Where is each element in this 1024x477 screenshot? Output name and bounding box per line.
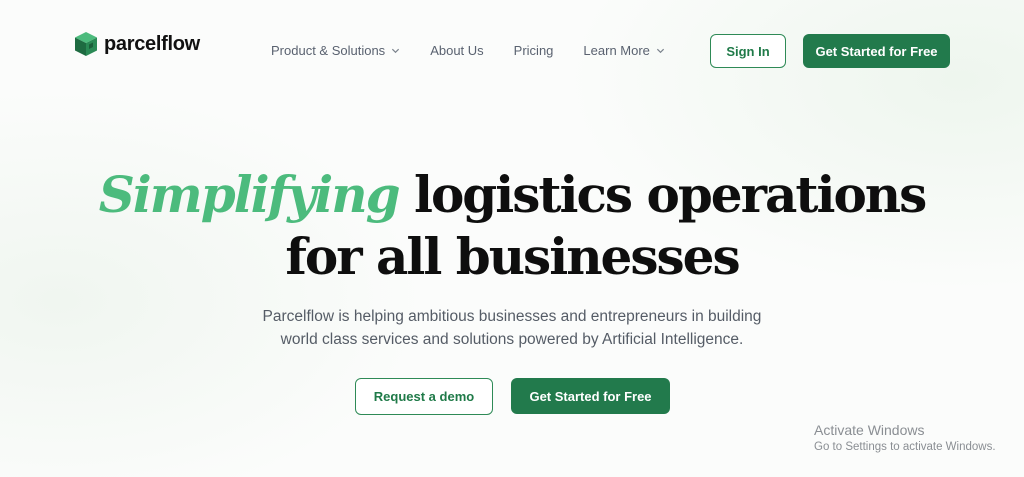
brand-name: parcelflow	[104, 32, 200, 55]
nav-item-label: Product & Solutions	[271, 43, 386, 58]
nav-item-learn-more[interactable]: Learn More	[583, 43, 664, 58]
nav-item-product-solutions[interactable]: Product & Solutions	[271, 43, 400, 58]
hero-section: Simplifying logistics operations for all…	[0, 164, 1024, 288]
nav-item-pricing[interactable]: Pricing	[514, 43, 554, 58]
hero-title: Simplifying logistics operations for all…	[0, 164, 1024, 288]
hero-title-line1: logistics operations	[413, 165, 927, 224]
get-started-hero-button[interactable]: Get Started for Free	[511, 378, 670, 414]
cube-logo-icon	[75, 32, 97, 56]
nav-item-about-us[interactable]: About Us	[430, 43, 483, 58]
watermark-subtitle: Go to Settings to activate Windows.	[814, 441, 996, 453]
activate-windows-watermark: Activate Windows Go to Settings to activ…	[814, 421, 996, 455]
chevron-down-icon	[656, 48, 664, 54]
nav-item-label: About Us	[430, 43, 484, 58]
request-demo-button[interactable]: Request a demo	[355, 378, 493, 415]
nav-item-label: Pricing	[513, 43, 554, 58]
brand-logo[interactable]: parcelflow	[74, 31, 200, 57]
get-started-nav-button[interactable]: Get Started for Free	[803, 34, 950, 68]
hero-subtitle-line2: world class services and solutions power…	[280, 331, 744, 348]
hero-title-accent: Simplifying	[98, 165, 401, 224]
hero-title-line2: for all businesses	[285, 227, 740, 286]
hero-subtitle-line1: Parcelflow is helping ambitious business…	[262, 308, 762, 325]
chevron-down-icon	[392, 48, 400, 54]
sign-in-button[interactable]: Sign In	[710, 34, 786, 68]
watermark-title: Activate Windows	[814, 422, 925, 438]
main-menu: Product & Solutions About Us Pricing Lea…	[271, 43, 665, 58]
nav-item-label: Learn More	[583, 43, 650, 58]
top-navigation: parcelflow Product & Solutions About Us …	[0, 0, 1024, 100]
hero-subtitle: Parcelflow is helping ambitious business…	[0, 305, 1024, 351]
